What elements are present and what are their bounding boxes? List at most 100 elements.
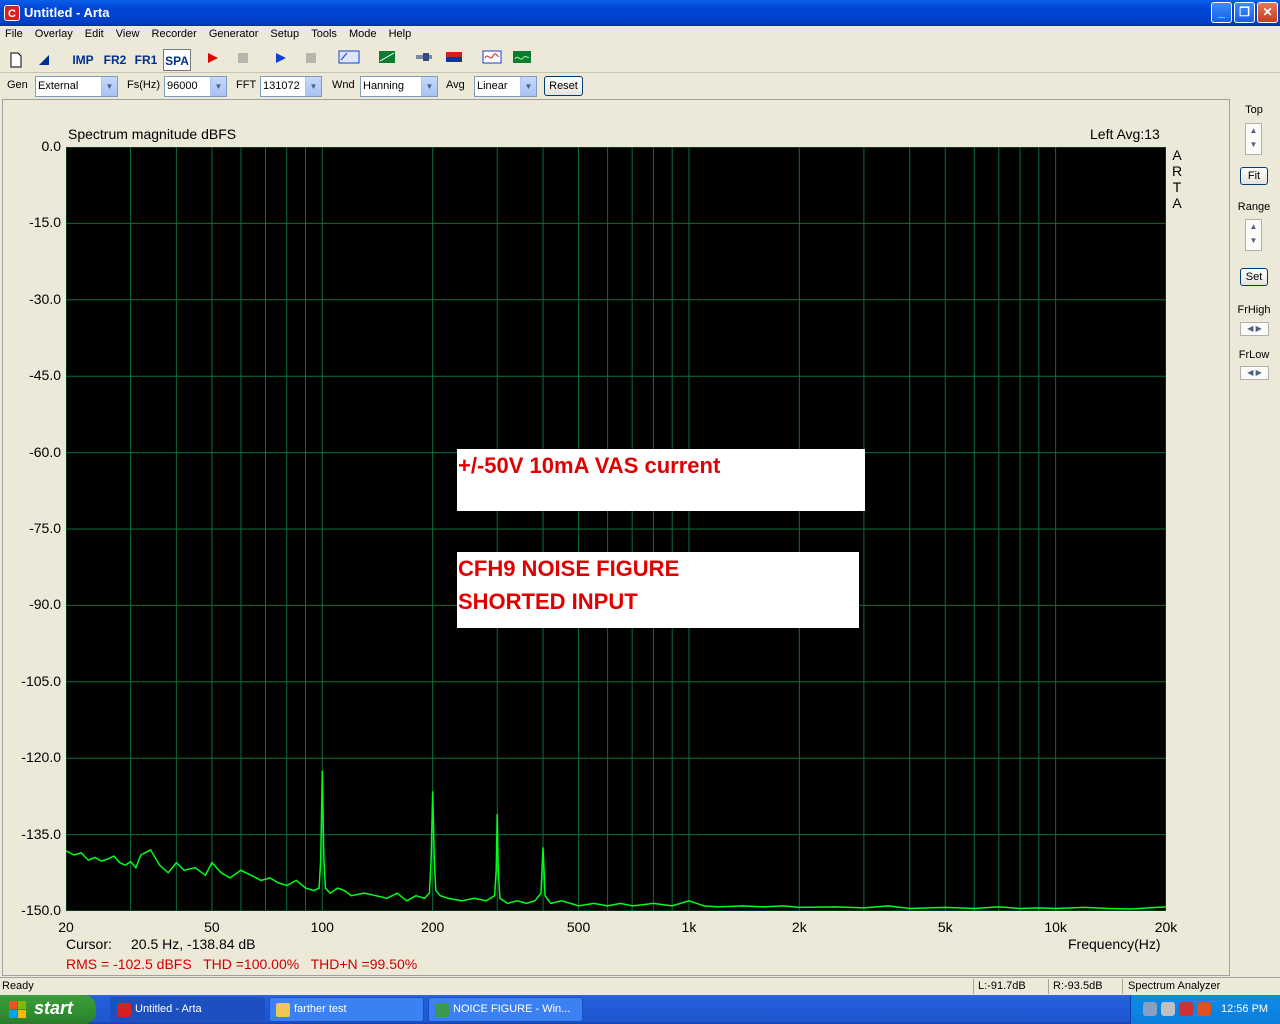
menu-recorder[interactable]: Recorder xyxy=(147,26,201,40)
chevron-down-icon: ▼ xyxy=(101,77,117,96)
clock: 12:56 PM xyxy=(1221,1003,1269,1015)
fit-button[interactable]: Fit xyxy=(1240,167,1268,185)
overlay-tool-icon[interactable] xyxy=(444,49,464,71)
volume-icon[interactable] xyxy=(1161,1002,1175,1016)
status-mode: Spectrum Analyzer xyxy=(1128,980,1221,992)
minimize-button[interactable]: _ xyxy=(1211,2,1232,23)
fr2-mode-button[interactable]: FR2 xyxy=(102,49,128,71)
watermark-letter: A xyxy=(1172,147,1182,163)
y-tick-label: -135.0 xyxy=(21,825,61,842)
frhigh-label: FrHigh xyxy=(1237,304,1271,316)
open-file-icon[interactable] xyxy=(34,49,54,71)
y-tick-label: -15.0 xyxy=(29,214,61,231)
avg-select-value: Linear xyxy=(477,80,508,92)
status-left-level: L:-91.7dB xyxy=(978,980,1026,992)
y-tick-label: -105.0 xyxy=(21,672,61,689)
cursor-label: Cursor: xyxy=(66,936,112,952)
menu-help[interactable]: Help xyxy=(384,26,416,40)
y-tick-label: -45.0 xyxy=(29,367,61,384)
status-bar: Ready L:-91.7dB R:-93.5dB Spectrum Analy… xyxy=(0,977,1280,995)
image-icon xyxy=(435,1003,449,1017)
spa-mode-button[interactable]: SPA xyxy=(163,49,191,71)
antivirus-icon[interactable] xyxy=(1197,1002,1211,1016)
graph-color-icon[interactable] xyxy=(377,49,397,71)
status-ready: Ready xyxy=(2,980,34,992)
chevron-down-icon: ▼ xyxy=(421,77,437,96)
generator-play-icon[interactable] xyxy=(272,49,290,71)
generator-stop-icon[interactable] xyxy=(302,49,320,71)
frhigh-spinner[interactable]: ◀ ▶ xyxy=(1240,322,1269,336)
signal-wave-icon[interactable] xyxy=(481,49,503,71)
network-icon[interactable] xyxy=(1143,1002,1157,1016)
annotation-noise-figure[interactable]: CFH9 NOISE FIGURE SHORTED INPUT xyxy=(457,552,859,628)
task-folder[interactable]: farther test xyxy=(269,997,424,1022)
x-tick-label: 100 xyxy=(310,919,334,935)
set-button[interactable]: Set xyxy=(1240,268,1268,286)
fs-select[interactable]: 96000 ▼ xyxy=(164,76,227,97)
annotation-vas-current[interactable]: +/-50V 10mA VAS current xyxy=(457,449,865,511)
spectrum-trace xyxy=(66,770,1166,910)
imp-mode-button[interactable]: IMP xyxy=(70,49,96,71)
range-spinner[interactable]: ▲ ▼ xyxy=(1245,219,1262,251)
window-title: Untitled - Arta xyxy=(24,5,110,20)
top-spinner[interactable]: ▲ ▼ xyxy=(1245,123,1262,155)
restore-button[interactable]: ❐ xyxy=(1234,2,1255,23)
menu-edit[interactable]: Edit xyxy=(80,26,108,40)
x-tick-label: 500 xyxy=(566,919,591,935)
watermark-letter: R xyxy=(1171,163,1183,179)
fft-select[interactable]: 131072 ▼ xyxy=(260,76,322,97)
x-tick-label: 20k xyxy=(1154,919,1178,935)
measurement-stats: RMS = -102.5 dBFS THD =100.00% THD+N =99… xyxy=(66,956,418,972)
spectrum-plot[interactable] xyxy=(66,147,1166,911)
frlow-label: FrLow xyxy=(1238,349,1270,361)
menu-file[interactable]: File xyxy=(0,26,27,40)
frlow-spinner[interactable]: ◀ ▶ xyxy=(1240,366,1269,380)
spectrum-view-icon[interactable] xyxy=(511,49,533,71)
analyzer-controls: Gen External ▼ Fs(Hz) 96000 ▼ FFT 131072… xyxy=(0,74,1280,98)
y-tick-label: -120.0 xyxy=(21,749,61,766)
record-play-icon[interactable] xyxy=(204,49,222,71)
y-tick-label: -150.0 xyxy=(21,902,61,918)
x-tick-label: 50 xyxy=(204,919,220,935)
task-folder-label: farther test xyxy=(294,1003,347,1015)
task-arta[interactable]: Untitled - Arta xyxy=(110,997,265,1022)
cursor-readout: 20.5 Hz, -138.84 dB xyxy=(131,936,256,952)
windows-taskbar: start Untitled - Arta farther test NOICE… xyxy=(0,995,1280,1024)
text-label-icon[interactable] xyxy=(337,49,361,71)
gen-select[interactable]: External ▼ xyxy=(35,76,118,97)
menu-generator[interactable]: Generator xyxy=(204,26,263,40)
y-tick-label: -60.0 xyxy=(29,443,61,460)
security-shield-icon[interactable] xyxy=(1179,1002,1193,1016)
annotation-vas-text: +/-50V 10mA VAS current xyxy=(458,453,721,478)
new-file-icon[interactable] xyxy=(6,49,26,71)
menu-view[interactable]: View xyxy=(111,26,144,40)
reset-button[interactable]: Reset xyxy=(544,76,583,96)
windows-logo-icon xyxy=(9,1001,27,1019)
annotation-noise-line1: CFH9 NOISE FIGURE xyxy=(458,556,680,581)
wnd-select[interactable]: Hanning ▼ xyxy=(360,76,438,97)
menu-setup[interactable]: Setup xyxy=(265,26,303,40)
task-image-viewer[interactable]: NOICE FIGURE - Win... xyxy=(428,997,583,1022)
folder-icon xyxy=(276,1003,290,1017)
watermark-letter: A xyxy=(1172,195,1182,211)
cursor-tool-icon[interactable] xyxy=(414,49,434,71)
record-stop-icon[interactable] xyxy=(234,49,252,71)
fr1-mode-button[interactable]: FR1 xyxy=(133,49,159,71)
x-axis-title: Frequency(Hz) xyxy=(1068,936,1161,952)
status-separator xyxy=(973,979,974,994)
menu-tools[interactable]: Tools xyxy=(306,26,341,40)
x-tick-label: 5k xyxy=(937,919,953,935)
menu-overlay[interactable]: Overlay xyxy=(30,26,77,40)
range-label: Range xyxy=(1237,201,1271,213)
avg-select[interactable]: Linear ▼ xyxy=(474,76,537,97)
system-tray: 12:56 PM xyxy=(1130,995,1280,1024)
y-tick-label: 0.0 xyxy=(41,138,61,154)
fs-select-value: 96000 xyxy=(167,80,198,92)
start-label: start xyxy=(34,998,74,1018)
close-button[interactable]: ✕ xyxy=(1257,2,1278,23)
start-button[interactable]: start xyxy=(0,995,96,1024)
menu-mode[interactable]: Mode xyxy=(344,26,381,40)
task-image-label: NOICE FIGURE - Win... xyxy=(453,1003,571,1015)
avg-label: Avg xyxy=(446,79,465,91)
top-label: Top xyxy=(1245,104,1263,116)
